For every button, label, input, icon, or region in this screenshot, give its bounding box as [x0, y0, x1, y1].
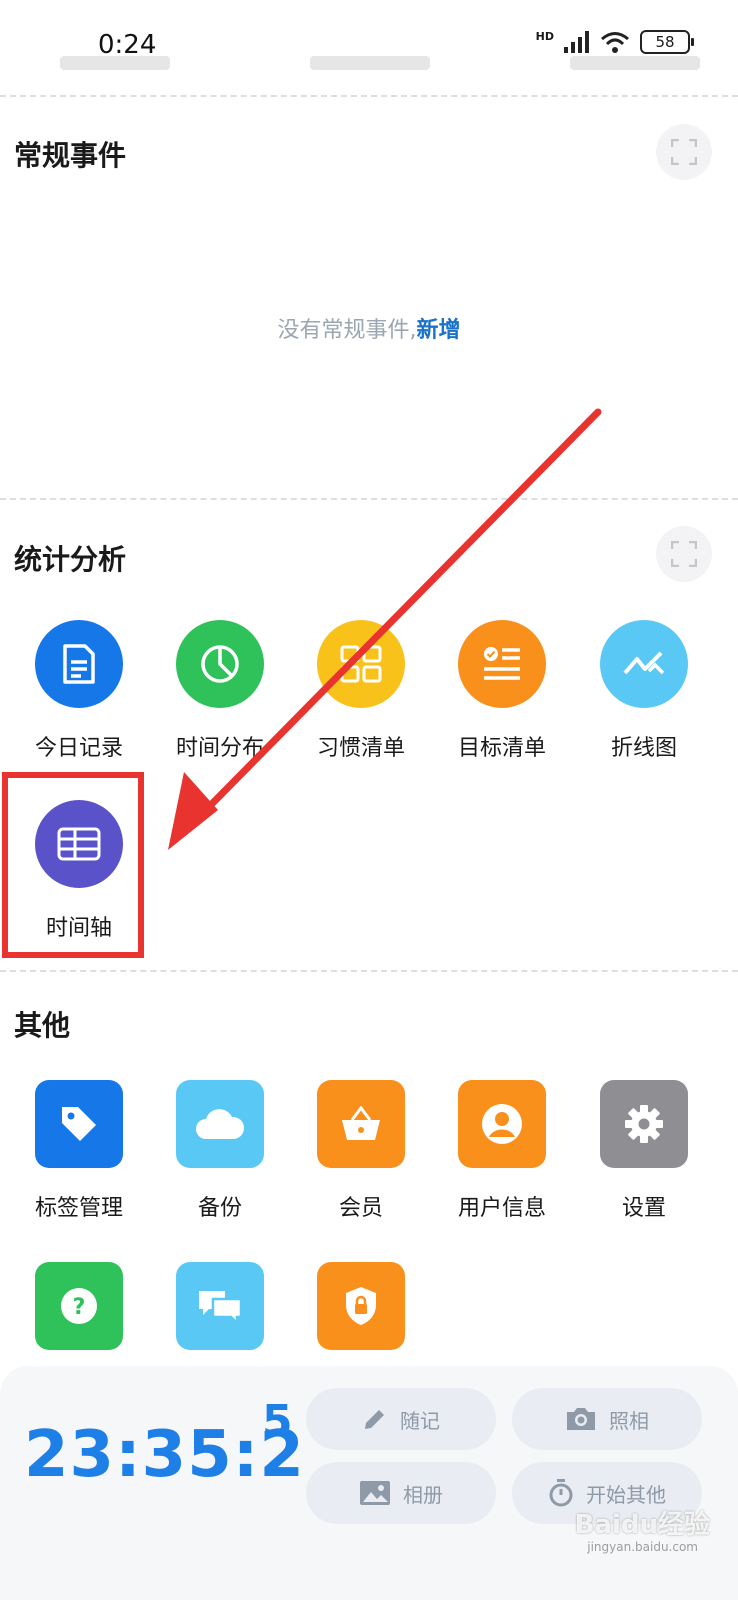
- empty-text: 没有常规事件,: [277, 318, 417, 343]
- clock-seconds-digit: 5: [262, 1396, 293, 1447]
- watermark: Baidu经验: [574, 1510, 710, 1540]
- image-icon: [360, 1481, 390, 1505]
- stopwatch-icon: [549, 1479, 573, 1507]
- item-label: 时间分布: [175, 736, 264, 761]
- shield-lock-icon: [317, 1262, 405, 1350]
- divider: [0, 95, 738, 97]
- divider: [0, 498, 738, 500]
- item-label: 备份: [197, 1196, 242, 1221]
- item-label: 折线图: [610, 736, 677, 761]
- stats-item-today-record[interactable]: 今日记录: [9, 620, 149, 762]
- help-icon: ?: [35, 1262, 123, 1350]
- document-icon: [35, 620, 123, 708]
- camera-icon: [567, 1408, 595, 1430]
- grid-icon: [317, 620, 405, 708]
- network-type: HD: [535, 30, 554, 43]
- item-label: 今日记录: [34, 736, 123, 761]
- section-title-other: 其他: [14, 1009, 71, 1042]
- note-button-label: 随记: [400, 1408, 440, 1433]
- item-label: 目标清单: [457, 736, 546, 761]
- fullscreen-icon: [671, 139, 697, 165]
- photo-button[interactable]: 照相: [512, 1388, 702, 1450]
- add-new-link[interactable]: 新增: [416, 318, 460, 343]
- status-bar: 0:24 HD 58: [0, 0, 738, 90]
- stats-item-habit-list[interactable]: 习惯清单: [291, 620, 431, 762]
- pie-chart-icon: [176, 620, 264, 708]
- album-button-label: 相册: [403, 1482, 443, 1507]
- watermark-url: jingyan.baidu.com: [587, 1540, 698, 1554]
- item-label: 标签管理: [34, 1196, 123, 1221]
- gear-icon: [600, 1080, 688, 1168]
- other-item-privacy[interactable]: [291, 1262, 431, 1350]
- album-button[interactable]: 相册: [306, 1462, 496, 1524]
- other-item-feedback[interactable]: [150, 1262, 290, 1350]
- basket-icon: [317, 1080, 405, 1168]
- other-item-membership[interactable]: 会员: [291, 1080, 431, 1222]
- svg-text:?: ?: [73, 1295, 86, 1320]
- photo-button-label: 照相: [609, 1408, 649, 1433]
- pencil-icon: [365, 1410, 384, 1429]
- stats-item-goal-list[interactable]: 目标清单: [432, 620, 572, 762]
- expand-button-regular[interactable]: [656, 124, 712, 180]
- user-icon: [458, 1080, 546, 1168]
- other-item-settings[interactable]: 设置: [574, 1080, 714, 1222]
- divider: [0, 970, 738, 972]
- fullscreen-icon: [671, 541, 697, 567]
- cloud-icon: [176, 1080, 264, 1168]
- line-chart-icon: [600, 620, 688, 708]
- highlight-box: [2, 772, 144, 958]
- faded-top-tabs: [60, 50, 700, 76]
- other-item-tag-management[interactable]: 标签管理: [9, 1080, 149, 1222]
- checklist-icon: [458, 620, 546, 708]
- expand-button-stats[interactable]: [656, 526, 712, 582]
- other-item-user-info[interactable]: 用户信息: [432, 1080, 572, 1222]
- chat-icon: [176, 1262, 264, 1350]
- section-title-regular: 常规事件: [14, 139, 127, 172]
- section-title-stats: 统计分析: [14, 543, 127, 576]
- stats-item-time-distribution[interactable]: 时间分布: [150, 620, 290, 762]
- other-item-help[interactable]: ?: [9, 1262, 149, 1350]
- stats-item-line-chart[interactable]: 折线图: [574, 620, 714, 762]
- note-button[interactable]: 随记: [306, 1388, 496, 1450]
- other-item-backup[interactable]: 备份: [150, 1080, 290, 1222]
- tag-icon: [35, 1080, 123, 1168]
- item-label: 用户信息: [457, 1196, 546, 1221]
- item-label: 会员: [338, 1196, 383, 1221]
- item-label: 设置: [621, 1196, 666, 1221]
- item-label: 习惯清单: [316, 736, 405, 761]
- empty-regular-message: 没有常规事件,新增: [0, 312, 738, 344]
